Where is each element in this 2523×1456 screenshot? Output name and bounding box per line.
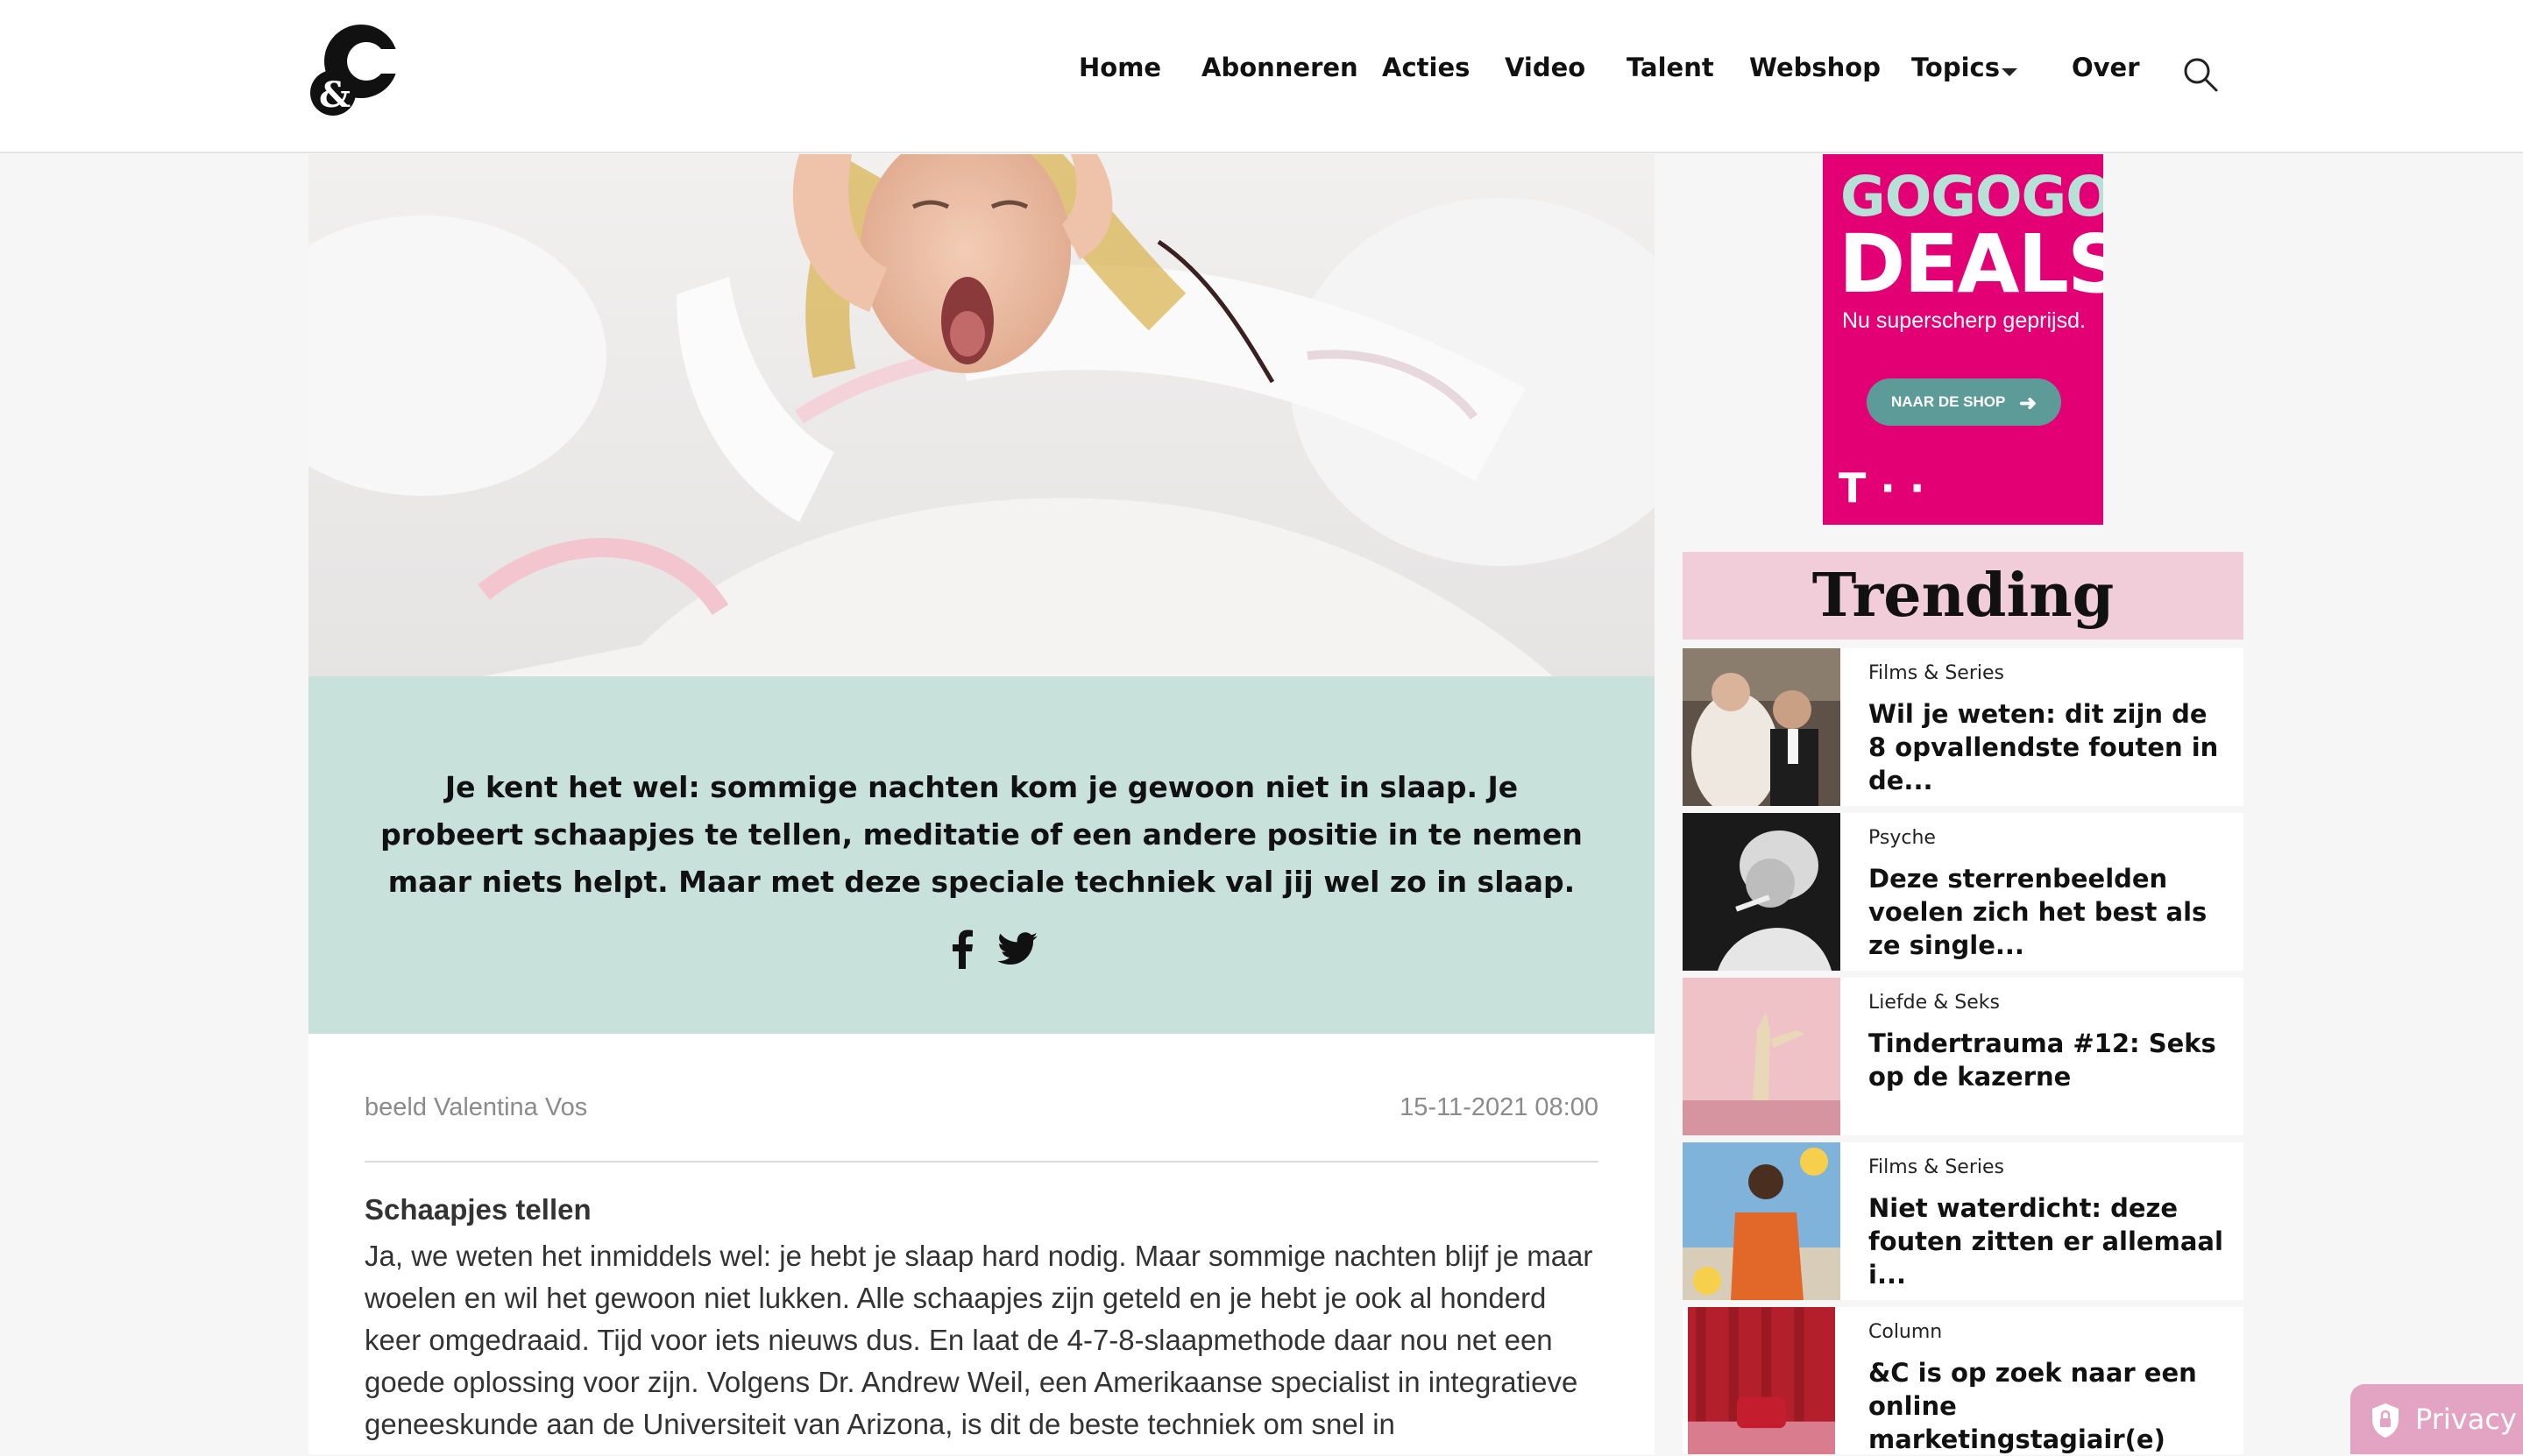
divider: [365, 1161, 1598, 1163]
main-nav: Home Abonneren Acties Video Talent Websh…: [0, 0, 2523, 153]
nav-abonneren[interactable]: Abonneren: [1201, 53, 1358, 82]
article-body: beeld Valentina Vos 15-11-2021 08:00 Sch…: [308, 1034, 1655, 1454]
section-heading: Schaapjes tellen: [365, 1193, 592, 1226]
ad-shop-button[interactable]: NAAR DE SHOP ➜: [1867, 378, 2061, 426]
trending-category: Liefde & Seks: [1868, 992, 2000, 1014]
trending-category: Films & Series: [1868, 662, 2004, 684]
publish-date: 15-11-2021 08:00: [1400, 1093, 1598, 1121]
trending-thumbnail: [1683, 648, 1840, 806]
advertisement-banner[interactable]: GOGOGO DEALS Nu superscherp geprijsd. NA…: [1823, 154, 2103, 525]
trending-item[interactable]: Films & Series Wil je weten: dit zijn de…: [1683, 648, 2243, 806]
nav-over[interactable]: Over: [2072, 53, 2140, 82]
trending-headline[interactable]: Tindertrauma #12: Seks op de kazerne: [1868, 1027, 2228, 1093]
trending-thumbnail: [1688, 1307, 1835, 1454]
trending-item[interactable]: Liefde & Seks Tindertrauma #12: Seks op …: [1683, 978, 2243, 1135]
nav-talent[interactable]: Talent: [1626, 53, 1714, 82]
ad-button-label: NAAR DE SHOP: [1891, 393, 2006, 410]
nav-home[interactable]: Home: [1079, 53, 1161, 82]
chevron-down-icon[interactable]: [2002, 68, 2017, 76]
trending-headline[interactable]: Niet waterdicht: deze fouten zitten er a…: [1868, 1191, 2228, 1291]
article-paragraph: Ja, we weten het inmiddels wel: je hebt …: [365, 1240, 1593, 1440]
facebook-icon[interactable]: [945, 929, 980, 969]
arrow-right-icon: ➜: [2019, 392, 2038, 415]
telekom-logo: T · ·: [1839, 464, 1925, 512]
nav-webshop[interactable]: Webshop: [1749, 53, 1881, 82]
trending-item[interactable]: Psyche Deze sterrenbeelden voelen zich h…: [1683, 813, 2243, 971]
shield-lock-icon: [2372, 1403, 2399, 1438]
twitter-icon[interactable]: [997, 932, 1038, 965]
nav-video[interactable]: Video: [1505, 53, 1585, 82]
nav-acties[interactable]: Acties: [1382, 53, 1470, 82]
trending-thumbnail: [1683, 1142, 1840, 1300]
trending-headline[interactable]: Wil je weten: dit zijn de 8 opvallendste…: [1868, 697, 2228, 797]
intro-text: Je kent het wel: sommige nachten kom je …: [380, 770, 1583, 899]
trending-item[interactable]: Films & Series Niet waterdicht: deze fou…: [1683, 1142, 2243, 1300]
trending-item[interactable]: Column &C is op zoek naar een online mar…: [1683, 1307, 2243, 1454]
share-buttons: [308, 929, 1655, 972]
ad-subtitle: Nu superscherp geprijsd.: [1842, 308, 2086, 333]
privacy-button[interactable]: Privacy: [2350, 1384, 2523, 1454]
privacy-label: Privacy: [2415, 1403, 2517, 1436]
hero-image: [308, 154, 1655, 676]
trending-title: Trending: [1811, 561, 2115, 631]
nav-topics[interactable]: Topics: [1911, 53, 2000, 82]
site-header: & Home Abonneren Acties Video Talent Web…: [0, 0, 2523, 153]
trending-category: Column: [1868, 1321, 1943, 1343]
trending-headline[interactable]: Deze sterrenbeelden voelen zich het best…: [1868, 862, 2228, 962]
trending-headline[interactable]: &C is op zoek naar een online marketings…: [1868, 1356, 2228, 1456]
trending-thumbnail: [1683, 813, 1840, 971]
search-icon[interactable]: [2182, 56, 2219, 93]
ad-headline-deals: DEALS: [1839, 217, 2103, 311]
photo-credit: beeld Valentina Vos: [365, 1093, 588, 1121]
article-intro: Je kent het wel: sommige nachten kom je …: [308, 676, 1655, 1034]
trending-category: Films & Series: [1868, 1156, 2004, 1178]
trending-category: Psyche: [1868, 827, 1936, 849]
trending-thumbnail: [1683, 978, 1840, 1135]
trending-header: Trending: [1683, 552, 2243, 640]
